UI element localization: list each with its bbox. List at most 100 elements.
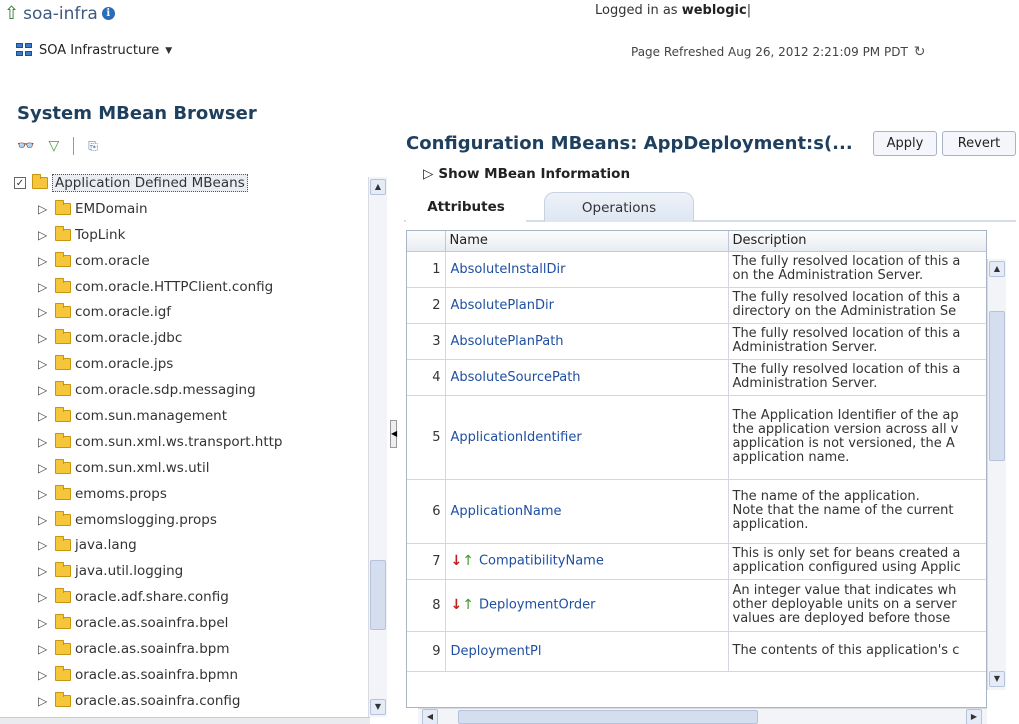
attribute-name-link[interactable]: AbsolutePlanDir bbox=[451, 298, 554, 313]
expand-arrow-icon[interactable]: ▷ bbox=[38, 305, 52, 319]
export-icon[interactable]: ⎘ bbox=[88, 139, 98, 154]
tree-item-label[interactable]: oracle.as.soainfra.bpel bbox=[75, 615, 228, 631]
expand-arrow-icon[interactable]: ▷ bbox=[38, 331, 52, 345]
scroll-up-button[interactable]: ▲ bbox=[989, 261, 1005, 277]
attribute-name-cell[interactable]: ↓↑ DeploymentOrder bbox=[445, 579, 729, 632]
tree-item[interactable]: ▷ com.sun.xml.ws.util bbox=[14, 455, 365, 481]
tree-item-label[interactable]: java.lang bbox=[75, 537, 137, 553]
tree-item[interactable]: ▷ com.oracle.sdp.messaging bbox=[14, 377, 365, 403]
attribute-name-link[interactable]: ApplicationName bbox=[451, 504, 562, 519]
tree-item-label[interactable]: com.oracle.jdbc bbox=[75, 330, 182, 346]
tree-item[interactable]: ▷ oracle.as.soainfra.bpm bbox=[14, 636, 365, 662]
table-row[interactable]: 7 ↓↑ CompatibilityName This is only set for… bbox=[407, 543, 986, 580]
tree-horizontal-scrollbar[interactable] bbox=[0, 717, 370, 724]
attribute-name-link[interactable]: DeploymentOrder bbox=[479, 598, 595, 613]
tree-item-label[interactable]: oracle.as.soainfra.config bbox=[75, 693, 241, 709]
tree-item-label[interactable]: oracle.adf.share.config bbox=[75, 589, 229, 605]
scroll-up-button[interactable]: ▲ bbox=[370, 179, 386, 195]
tree-item[interactable]: ▷ com.oracle.igf bbox=[14, 299, 365, 325]
table-row[interactable]: 4 AbsoluteSourcePath The fully resolved lo… bbox=[407, 359, 986, 396]
tree-item[interactable]: ▷ com.oracle.jdbc bbox=[14, 325, 365, 351]
table-row[interactable]: 8 ↓↑ DeploymentOrder An integer value that … bbox=[407, 579, 986, 632]
attribute-name-cell[interactable]: AbsoluteSourcePath bbox=[445, 359, 729, 396]
expand-arrow-icon[interactable]: ▷ bbox=[38, 435, 52, 449]
table-row[interactable]: 2 AbsolutePlanDir The fully resolved locat… bbox=[407, 287, 986, 324]
expand-arrow-icon[interactable]: ▷ bbox=[38, 616, 52, 630]
attribute-name-link[interactable]: AbsoluteSourcePath bbox=[451, 370, 581, 385]
scroll-thumb[interactable] bbox=[989, 311, 1005, 461]
attribute-name-cell[interactable]: AbsoluteInstallDir bbox=[445, 251, 729, 288]
tree-item-label[interactable]: com.sun.xml.ws.transport.http bbox=[75, 434, 283, 450]
info-icon[interactable]: i bbox=[101, 7, 115, 20]
attribute-name-cell[interactable]: DeploymentPl bbox=[445, 631, 729, 672]
tree-item-label[interactable]: oracle.as.soainfra.bpmn bbox=[75, 667, 238, 683]
expand-arrow-icon[interactable]: ▷ bbox=[38, 409, 52, 423]
scroll-down-button[interactable]: ▼ bbox=[989, 671, 1005, 687]
expand-arrow-icon[interactable]: ▷ bbox=[38, 254, 52, 268]
attribute-name-cell[interactable]: ApplicationIdentifier bbox=[445, 395, 729, 480]
expand-arrow-icon[interactable]: ▷ bbox=[38, 383, 52, 397]
tree-item-label[interactable]: TopLink bbox=[75, 227, 125, 243]
expand-arrow-icon[interactable]: ▷ bbox=[38, 538, 52, 552]
attribute-name-cell[interactable]: AbsolutePlanDir bbox=[445, 287, 729, 324]
attribute-name-link[interactable]: AbsoluteInstallDir bbox=[451, 262, 566, 277]
tree-item-label[interactable]: oracle.as.soainfra.bpm bbox=[75, 641, 229, 657]
binoculars-icon[interactable]: 👓 bbox=[17, 138, 34, 154]
tree-item-label[interactable]: java.util.logging bbox=[75, 563, 183, 579]
table-row[interactable]: 3 AbsolutePlanPath The fully resolved loca… bbox=[407, 323, 986, 360]
tree-item-label[interactable]: com.oracle.sdp.messaging bbox=[75, 382, 256, 398]
tab-attributes[interactable]: Attributes bbox=[406, 192, 526, 222]
scroll-down-button[interactable]: ▼ bbox=[370, 699, 386, 715]
panel-splitter[interactable]: ◀ bbox=[390, 420, 397, 448]
expand-arrow-icon[interactable]: ▷ bbox=[38, 590, 52, 604]
username[interactable]: weblogic bbox=[682, 3, 747, 18]
attribute-name-link[interactable]: CompatibilityName bbox=[479, 554, 604, 569]
expand-arrow-icon[interactable]: ▷ bbox=[38, 564, 52, 578]
scroll-thumb[interactable] bbox=[370, 560, 386, 630]
tree-scrollbar[interactable]: ▲ ▼ bbox=[368, 177, 387, 717]
tree-root-label[interactable]: Application Defined MBeans bbox=[52, 173, 248, 192]
column-header-name[interactable]: Name bbox=[445, 231, 729, 252]
expand-arrow-icon[interactable]: ▷ bbox=[38, 202, 52, 216]
attribute-name-cell[interactable]: AbsolutePlanPath bbox=[445, 323, 729, 360]
tree-item-label[interactable]: com.oracle.jps bbox=[75, 356, 173, 372]
tree-item[interactable]: ▷ java.lang bbox=[14, 532, 365, 558]
attribute-name-link[interactable]: AbsolutePlanPath bbox=[451, 334, 564, 349]
table-horizontal-scrollbar[interactable]: ◀ ▶ bbox=[418, 708, 987, 724]
tree-item[interactable]: ▷ oracle.as.soainfra.bpmn bbox=[14, 662, 365, 688]
tree-item[interactable]: ▷ oracle.adf.share.config bbox=[14, 584, 365, 610]
show-mbean-info-toggle[interactable]: ▷ Show MBean Information bbox=[423, 166, 630, 182]
tree-item[interactable]: ▷ oracle.as.soainfra.bpel bbox=[14, 610, 365, 636]
attribute-name-cell[interactable]: ↓↑ CompatibilityName bbox=[445, 543, 729, 580]
expand-arrow-icon[interactable]: ▷ bbox=[38, 487, 52, 501]
expand-arrow-icon[interactable]: ▷ bbox=[38, 228, 52, 242]
tree-item[interactable]: ▷ oracle.as.soainfra.config bbox=[14, 688, 365, 714]
tree-item-label[interactable]: com.sun.xml.ws.util bbox=[75, 460, 209, 476]
tree-item-label[interactable]: com.oracle.igf bbox=[75, 304, 171, 320]
tree-item-label[interactable]: emoms.props bbox=[75, 486, 167, 502]
tree-item[interactable]: ▷ emoms.props bbox=[14, 481, 365, 507]
tree-item[interactable]: ▷ com.oracle.jps bbox=[14, 351, 365, 377]
tree-item[interactable]: ▷ emomslogging.props bbox=[14, 507, 365, 533]
table-row[interactable]: 5 ApplicationIdentifier The Application Id… bbox=[407, 395, 986, 480]
expand-arrow-icon[interactable]: ▷ bbox=[38, 694, 52, 708]
tree-item[interactable]: ▷ com.oracle.HTTPClient.config bbox=[14, 274, 365, 300]
revert-button[interactable]: Revert bbox=[942, 131, 1016, 156]
attribute-name-cell[interactable]: ApplicationName bbox=[445, 479, 729, 544]
apply-button[interactable]: Apply bbox=[873, 131, 937, 156]
tree-item[interactable]: ▷ com.sun.management bbox=[14, 403, 365, 429]
up-arrow-icon[interactable]: ⇧ bbox=[4, 3, 19, 24]
filter-icon[interactable]: ▽ bbox=[48, 138, 59, 154]
tree-item[interactable]: ▷ EMDomain bbox=[14, 196, 365, 222]
column-header-description[interactable]: Description bbox=[728, 231, 986, 252]
expand-arrow-icon[interactable]: ▷ bbox=[38, 357, 52, 371]
scroll-right-button[interactable]: ▶ bbox=[966, 709, 982, 724]
soa-infrastructure-menu[interactable]: SOA Infrastructure ▼ bbox=[16, 43, 172, 58]
table-row[interactable]: 1 AbsoluteInstallDir The fully resolved lo… bbox=[407, 251, 986, 288]
attribute-name-link[interactable]: DeploymentPl bbox=[451, 644, 542, 659]
expand-arrow-icon[interactable]: ▷ bbox=[38, 642, 52, 656]
tree-item-label[interactable]: com.sun.management bbox=[75, 408, 227, 424]
tab-operations[interactable]: Operations bbox=[544, 192, 694, 222]
table-vertical-scrollbar[interactable]: ▲ ▼ bbox=[987, 259, 1006, 690]
tree-item-label[interactable]: emomslogging.props bbox=[75, 512, 217, 528]
